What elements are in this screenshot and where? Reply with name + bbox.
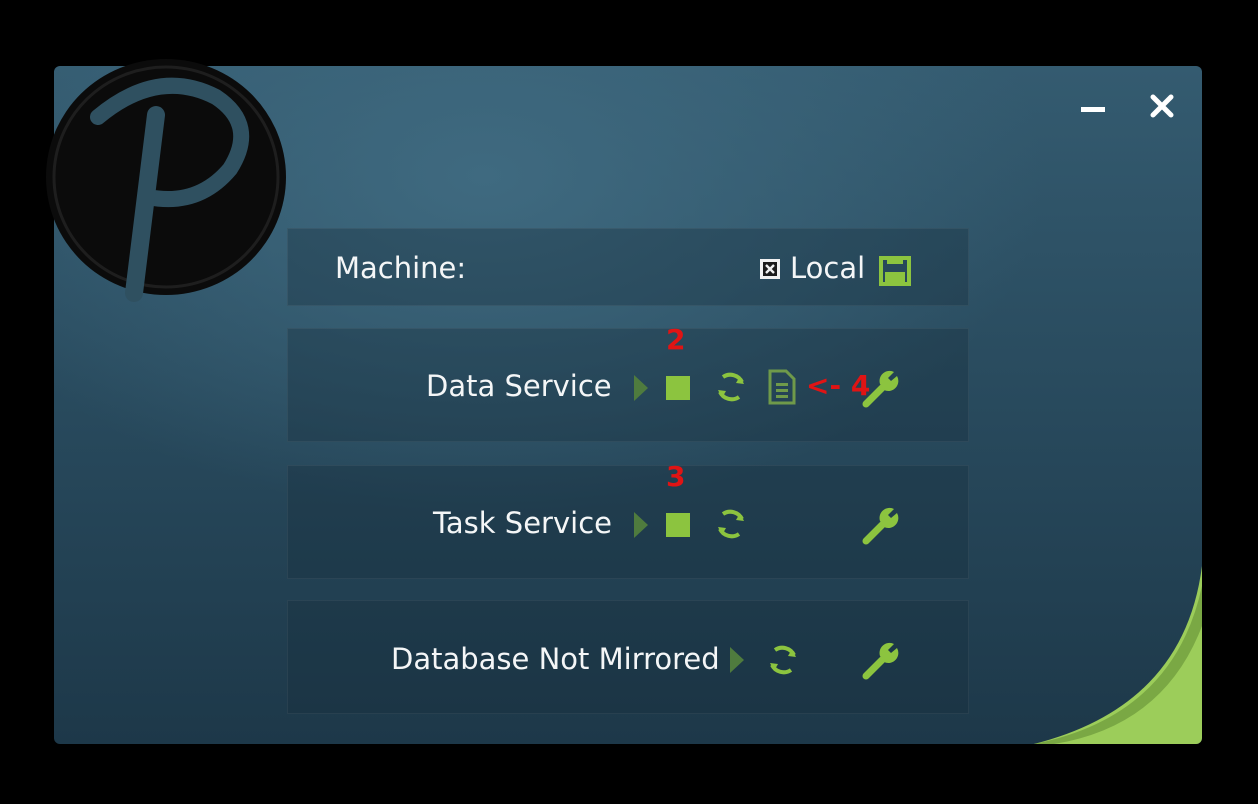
- log-file-icon[interactable]: [767, 368, 797, 406]
- task-service-label: Task Service: [433, 506, 612, 540]
- refresh-icon[interactable]: [714, 507, 748, 541]
- data-service-label: Data Service: [426, 369, 612, 403]
- machine-label: Machine:: [335, 251, 467, 285]
- p-logo-icon: [46, 59, 286, 302]
- local-checkbox-icon[interactable]: [759, 258, 781, 280]
- play-icon[interactable]: [632, 510, 650, 540]
- refresh-icon[interactable]: [766, 643, 800, 677]
- machine-value: Local: [790, 251, 866, 285]
- floppy-save-icon[interactable]: [879, 254, 913, 286]
- refresh-icon[interactable]: [714, 370, 748, 404]
- minimize-button[interactable]: [1075, 88, 1111, 124]
- close-icon: [1150, 94, 1174, 118]
- wrench-icon[interactable]: [860, 505, 900, 545]
- minimize-icon: [1081, 107, 1105, 112]
- annotation-4: <- 4: [806, 369, 871, 402]
- database-status-label: Database Not Mirrored: [391, 642, 720, 676]
- annotation-2: 2: [666, 323, 686, 356]
- close-button[interactable]: [1144, 88, 1180, 124]
- play-icon[interactable]: [632, 373, 650, 403]
- stop-icon[interactable]: [664, 374, 692, 402]
- stop-icon[interactable]: [664, 511, 692, 539]
- annotation-3: 3: [666, 460, 686, 493]
- wrench-icon[interactable]: [860, 640, 900, 680]
- play-icon[interactable]: [728, 645, 746, 675]
